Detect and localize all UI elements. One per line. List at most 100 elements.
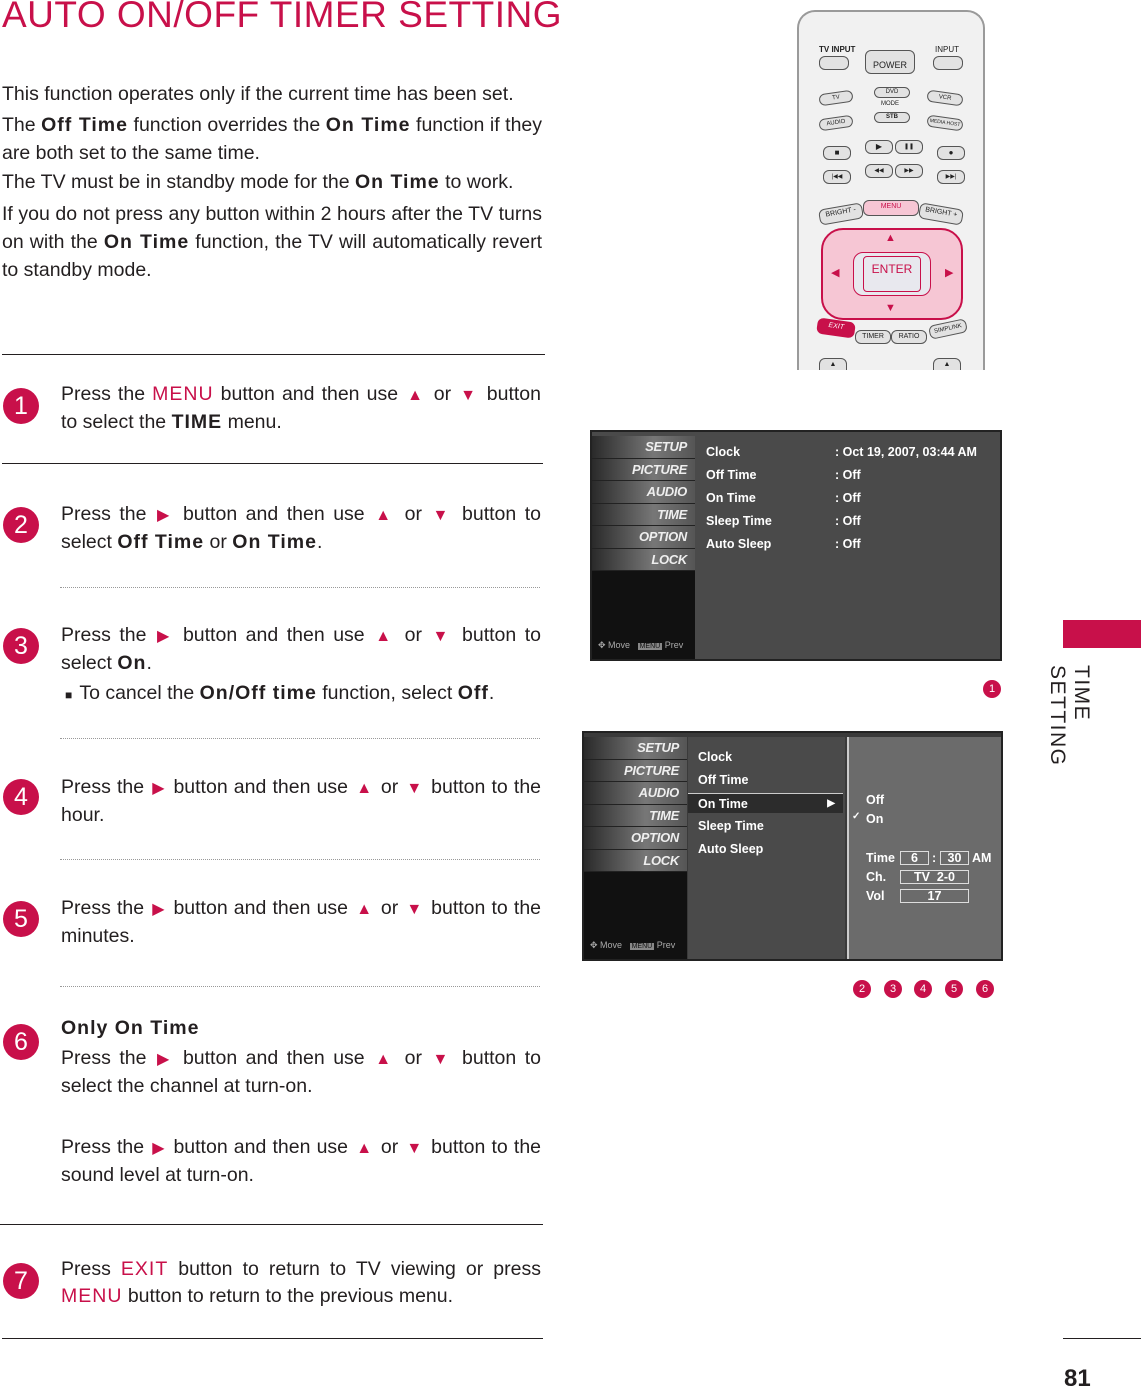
time-row-label[interactable]: Clock — [706, 445, 740, 459]
osd-menu-setup[interactable]: SETUP — [584, 737, 687, 760]
text: menu. — [222, 411, 282, 433]
osd-menu-setup[interactable]: SETUP — [592, 436, 695, 459]
step-paragraph: Press the ▶ button and then use ▲ or ▼ b… — [61, 1134, 541, 1189]
volume-field[interactable]: 17 — [900, 889, 969, 903]
option-on[interactable]: On — [866, 812, 883, 826]
hour-field[interactable]: 6 — [900, 851, 929, 865]
menu-button: MENU — [863, 200, 919, 216]
dotted-divider — [60, 587, 540, 588]
step-6-text: Only On Time Press the ▶ button and then … — [61, 1015, 541, 1189]
osd-menu-audio[interactable]: AUDIO — [592, 481, 695, 504]
down-icon: ▼ — [406, 1140, 423, 1157]
section-tab — [1063, 620, 1141, 648]
time-row-label[interactable]: On Time — [706, 491, 756, 505]
minute-field[interactable]: 30 — [940, 851, 969, 865]
keyword: On Time — [232, 531, 317, 553]
down-arrow-icon: ▼ — [885, 302, 896, 314]
timer-button: TIMER — [855, 330, 891, 344]
up-icon: ▲ — [375, 507, 395, 524]
step-paragraph: Press the ▶ button and then use ▲ or ▼ b… — [61, 895, 541, 950]
keyword: On Time — [103, 231, 190, 253]
osd-sidebar: SETUP PICTURE AUDIO TIME OPTION LOCK ✥ Move ME… — [584, 737, 687, 959]
text: Press the — [61, 897, 151, 919]
osd-menu-picture[interactable]: PICTURE — [592, 458, 695, 481]
step-badge: 3 — [884, 980, 902, 998]
stb-mode-button: STB — [874, 112, 910, 123]
time-menu-item[interactable]: Auto Sleep — [688, 839, 843, 859]
tv-mode-button: TV — [818, 89, 854, 107]
osd-menu-time[interactable]: TIME — [592, 503, 695, 526]
channel-label: Ch. — [866, 870, 887, 884]
osd-menu-option[interactable]: OPTION — [584, 827, 687, 850]
right-icon: ▶ — [152, 780, 166, 797]
skip-back-button: |◀◀ — [823, 170, 851, 184]
osd-menu-lock[interactable]: LOCK — [584, 849, 687, 872]
up-button: ▲ — [933, 358, 961, 370]
text: The — [2, 114, 42, 136]
record-button: ● — [937, 146, 965, 160]
divider — [2, 463, 543, 464]
move-hint: Move — [608, 640, 631, 650]
osd-menu-option[interactable]: OPTION — [592, 526, 695, 549]
step-number: 1 — [3, 388, 39, 424]
step-2-text: Press the ▶ button and then use ▲ or ▼ b… — [61, 501, 541, 556]
direction-pad: ▲ ▼ ▶ ▶ ENTER — [821, 228, 963, 320]
option-off[interactable]: Off — [866, 793, 884, 807]
intro-paragraph: This function operates only if the curre… — [2, 80, 542, 108]
right-icon: ▶ — [157, 628, 173, 645]
down-icon: ▼ — [432, 507, 452, 524]
text: or — [396, 503, 431, 525]
step-paragraph: Press the ▶ button and then use ▲ or ▼ b… — [61, 501, 541, 556]
step-5-text: Press the ▶ button and then use ▲ or ▼ b… — [61, 895, 541, 950]
osd-menu-time[interactable]: TIME — [584, 804, 687, 827]
text: or — [374, 776, 405, 798]
time-menu-item[interactable]: Sleep Time — [688, 816, 843, 836]
text: To cancel the — [74, 682, 200, 704]
osd-menu-audio[interactable]: AUDIO — [584, 782, 687, 805]
right-icon: ▶ — [157, 507, 173, 524]
pause-button: ❚❚ — [895, 140, 923, 154]
text: function, select — [316, 682, 458, 704]
divider — [1063, 1338, 1141, 1339]
time-menu-item[interactable]: Clock — [688, 747, 843, 767]
time-menu-item[interactable]: Off Time — [688, 770, 843, 790]
skip-forward-button: ▶▶| — [937, 170, 965, 184]
text: button and then use — [174, 624, 374, 646]
text: Press the — [61, 624, 155, 646]
step-badge: 6 — [976, 980, 994, 998]
power-button: POWER — [865, 50, 915, 74]
keyword: On Time — [355, 171, 440, 193]
bullet-icon: ■ — [65, 688, 73, 702]
text: Press the — [61, 1136, 151, 1158]
check-icon: ✓ — [852, 811, 861, 822]
time-row-label[interactable]: Off Time — [706, 468, 756, 482]
divider — [2, 354, 545, 355]
keyword: MENU — [152, 383, 214, 405]
channel-field[interactable]: TV 2-0 — [900, 870, 969, 884]
time-row-label[interactable]: Auto Sleep — [706, 537, 771, 551]
down-icon: ▼ — [460, 387, 478, 404]
text: or — [426, 383, 459, 405]
dvd-mode-button: DVD — [874, 87, 910, 98]
osd-menu-lock[interactable]: LOCK — [592, 548, 695, 571]
input-button — [933, 56, 963, 70]
section-label: TIME SETTING — [1046, 665, 1093, 767]
time-menu-item[interactable]: On Time ▶ — [688, 793, 843, 813]
time-row-label[interactable]: Sleep Time — [706, 514, 772, 528]
up-icon: ▲ — [356, 1140, 373, 1157]
osd-footer: ✥ Move MENU Prev — [590, 940, 675, 951]
osd-menu-picture[interactable]: PICTURE — [584, 759, 687, 782]
step-number: 7 — [3, 1263, 39, 1299]
text: or — [396, 624, 431, 646]
text: function overrides the — [128, 114, 326, 136]
step-paragraph: Press the ▶ button and then use ▲ or ▼ b… — [61, 622, 541, 677]
text: Press the — [61, 776, 151, 798]
time-row-value: : Oct 19, 2007, 03:44 AM — [835, 445, 977, 459]
tv-input-label: TV INPUT — [819, 45, 856, 54]
submenu-arrow-icon: ▶ — [827, 798, 835, 809]
page-title: AUTO ON/OFF TIMER SETTING — [2, 0, 562, 35]
text: or — [396, 1047, 431, 1069]
keyword: On Time — [325, 114, 411, 136]
step-number: 6 — [3, 1024, 39, 1060]
step-1-text: Press the MENU button and then use ▲ or … — [61, 381, 541, 436]
